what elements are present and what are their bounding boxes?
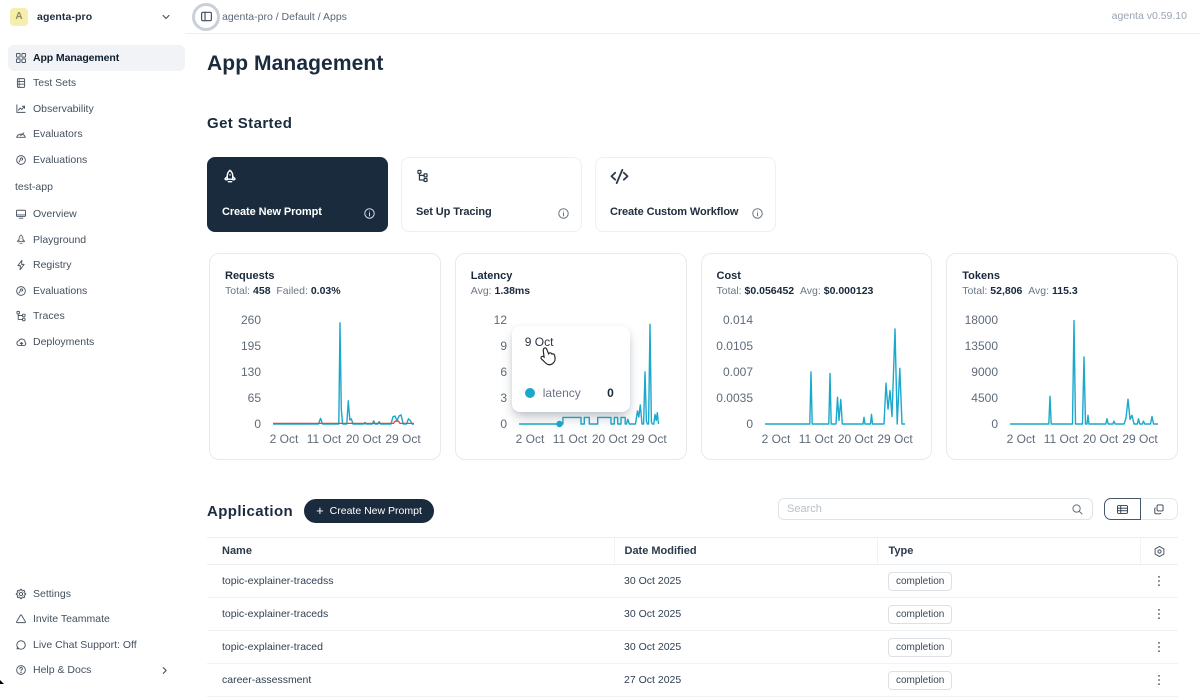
svg-text:29 Oct: 29 Oct <box>385 432 421 446</box>
svg-text:0: 0 <box>746 417 753 431</box>
svg-text:2 Oct: 2 Oct <box>1007 432 1036 446</box>
svg-text:65: 65 <box>248 391 262 405</box>
svg-text:0: 0 <box>992 417 999 431</box>
svg-text:29 Oct: 29 Oct <box>1123 432 1159 446</box>
svg-text:195: 195 <box>241 339 261 353</box>
svg-text:12: 12 <box>493 313 507 327</box>
svg-text:20 Oct: 20 Oct <box>592 432 628 446</box>
svg-text:4500: 4500 <box>972 391 999 405</box>
svg-text:20 Oct: 20 Oct <box>837 432 873 446</box>
svg-text:9: 9 <box>500 339 507 353</box>
svg-text:29 Oct: 29 Oct <box>877 432 913 446</box>
svg-text:0.007: 0.007 <box>722 365 752 379</box>
svg-text:11 Oct: 11 Oct <box>553 432 588 446</box>
svg-text:260: 260 <box>241 313 261 327</box>
svg-text:0: 0 <box>500 417 507 431</box>
svg-text:130: 130 <box>241 365 261 379</box>
svg-text:29 Oct: 29 Oct <box>631 432 667 446</box>
svg-text:2 Oct: 2 Oct <box>761 432 790 446</box>
svg-text:0: 0 <box>254 417 261 431</box>
svg-text:13500: 13500 <box>965 339 999 353</box>
svg-text:18000: 18000 <box>965 313 999 327</box>
svg-text:11 Oct: 11 Oct <box>798 432 833 446</box>
svg-text:3: 3 <box>500 391 507 405</box>
svg-text:0.014: 0.014 <box>722 313 752 327</box>
svg-text:11 Oct: 11 Oct <box>1044 432 1079 446</box>
svg-text:9000: 9000 <box>972 365 999 379</box>
svg-text:2 Oct: 2 Oct <box>270 432 299 446</box>
svg-text:0.0035: 0.0035 <box>716 391 753 405</box>
svg-text:20 Oct: 20 Oct <box>1083 432 1119 446</box>
svg-text:20 Oct: 20 Oct <box>346 432 382 446</box>
svg-text:2 Oct: 2 Oct <box>515 432 544 446</box>
svg-text:11 Oct: 11 Oct <box>307 432 342 446</box>
svg-text:6: 6 <box>500 365 507 379</box>
svg-text:0.0105: 0.0105 <box>716 339 753 353</box>
